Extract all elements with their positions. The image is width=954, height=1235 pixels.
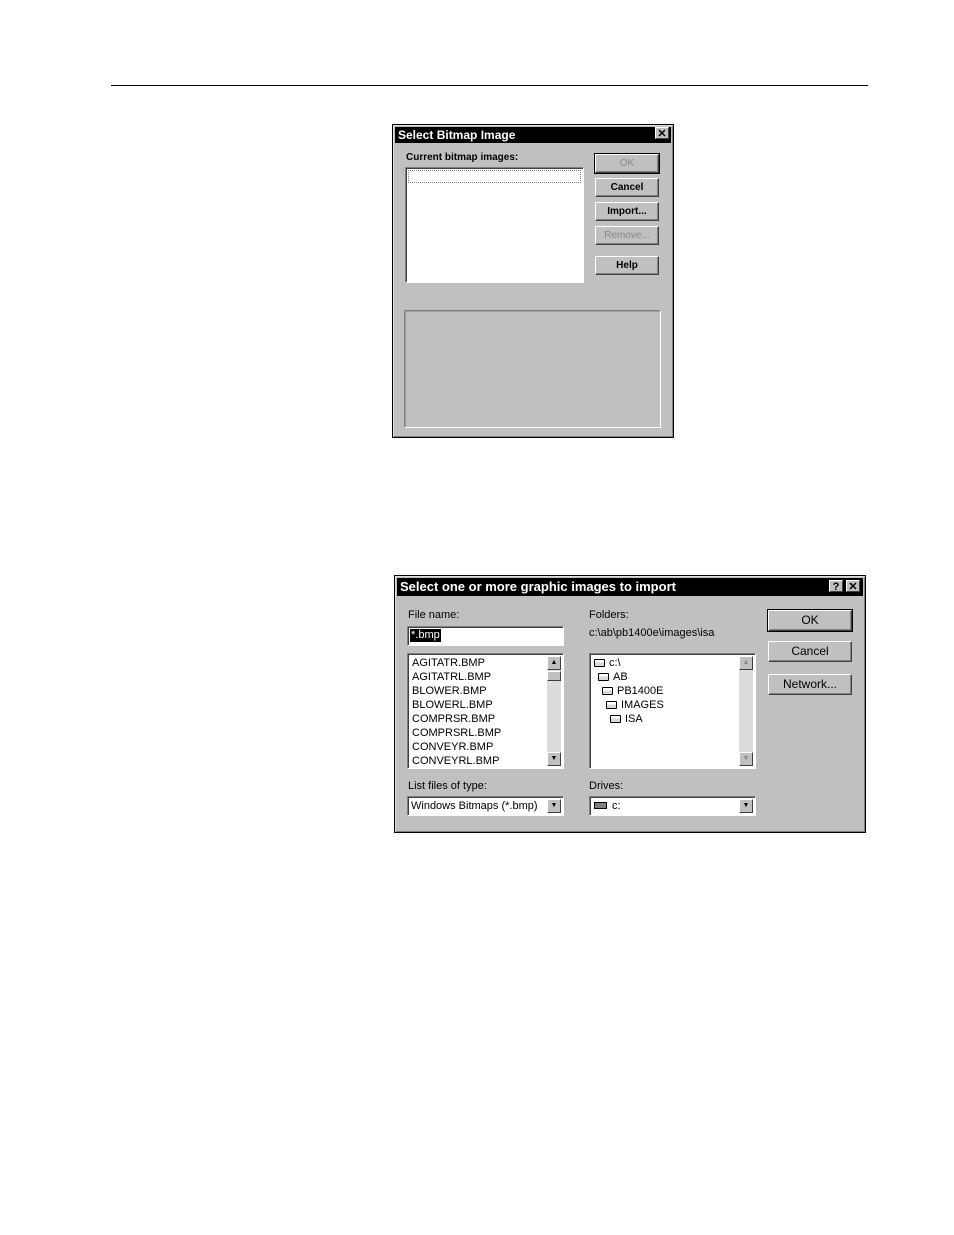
import-images-dialog: Select one or more graphic images to imp… (394, 575, 866, 833)
dialog-title: Select Bitmap Image (395, 127, 671, 143)
page-header-rule (111, 85, 868, 86)
file-list[interactable]: AGITATR.BMP AGITATRL.BMP BLOWER.BMP BLOW… (407, 653, 564, 769)
chevron-down-icon[interactable]: ▼ (547, 799, 561, 813)
list-item[interactable]: CONVEYR.BMP (412, 740, 493, 754)
list-item[interactable]: CONVEYRL.BMP (412, 754, 499, 768)
drives-select[interactable]: c: ▼ (589, 796, 756, 816)
dialog-title: Select one or more graphic images to imp… (397, 578, 863, 596)
select-bitmap-dialog: Select Bitmap Image ✕ Current bitmap ima… (392, 124, 674, 438)
remove-button[interactable]: Remove... (595, 226, 659, 245)
scroll-thumb[interactable] (547, 671, 561, 681)
folder-tree[interactable]: c:\ AB PB1400E IMAGES ISA ▲ ▼ (589, 653, 756, 769)
network-button[interactable]: Network... (768, 674, 852, 695)
file-name-label: File name: (408, 609, 460, 621)
list-item[interactable]: COMPRSR.BMP (412, 712, 495, 726)
list-item[interactable]: AGITATR.BMP (412, 656, 485, 670)
open-folder-icon (606, 701, 617, 709)
folder-tree-scrollbar[interactable]: ▲ ▼ (739, 656, 753, 766)
chevron-down-icon[interactable]: ▼ (739, 799, 753, 813)
ok-button[interactable]: OK (594, 153, 660, 174)
close-icon[interactable]: ✕ (655, 127, 669, 140)
cancel-button[interactable]: Cancel (595, 178, 659, 197)
list-selection-row[interactable] (408, 170, 581, 183)
folder-item[interactable]: PB1400E (602, 684, 663, 698)
file-name-input[interactable]: *.bmp (407, 626, 564, 646)
help-button[interactable]: Help (595, 256, 659, 275)
list-item[interactable]: AGITATRL.BMP (412, 670, 491, 684)
current-images-label: Current bitmap images: (406, 152, 519, 163)
list-type-label: List files of type: (408, 780, 487, 792)
scroll-down-icon[interactable]: ▼ (547, 752, 561, 766)
scroll-down-icon[interactable]: ▼ (739, 752, 753, 766)
current-images-list[interactable] (405, 167, 584, 283)
image-preview-pane (404, 310, 661, 428)
list-item[interactable]: BLOWERL.BMP (412, 698, 493, 712)
folder-item[interactable]: ISA (610, 712, 643, 726)
hard-drive-icon (594, 802, 607, 809)
folders-label: Folders: (589, 609, 629, 621)
list-item[interactable]: COMPRSRL.BMP (412, 726, 501, 740)
list-item[interactable]: BLOWER.BMP (412, 684, 487, 698)
open-folder-icon (594, 659, 605, 667)
folder-item[interactable]: AB (598, 670, 628, 684)
drive-value: c: (594, 800, 621, 813)
import-button[interactable]: Import... (595, 202, 659, 221)
open-folder-icon (598, 673, 609, 681)
file-list-scrollbar[interactable]: ▲ ▼ (547, 656, 561, 766)
close-icon[interactable]: ✕ (846, 580, 860, 593)
folder-item[interactable]: c:\ (594, 656, 621, 670)
file-name-value: *.bmp (410, 629, 441, 642)
ok-button[interactable]: OK (767, 609, 853, 632)
open-folder-icon (610, 715, 621, 723)
scroll-up-icon[interactable]: ▲ (739, 656, 753, 670)
cancel-button[interactable]: Cancel (768, 641, 852, 662)
scroll-up-icon[interactable]: ▲ (547, 656, 561, 670)
list-type-select[interactable]: Windows Bitmaps (*.bmp) ▼ (407, 796, 564, 816)
current-path: c:\ab\pb1400e\images\isa (589, 627, 715, 639)
drives-label: Drives: (589, 780, 624, 792)
open-folder-icon (602, 687, 613, 695)
help-icon[interactable]: ? (829, 580, 843, 593)
folder-item[interactable]: IMAGES (606, 698, 664, 712)
list-type-value: Windows Bitmaps (*.bmp) (411, 800, 538, 812)
